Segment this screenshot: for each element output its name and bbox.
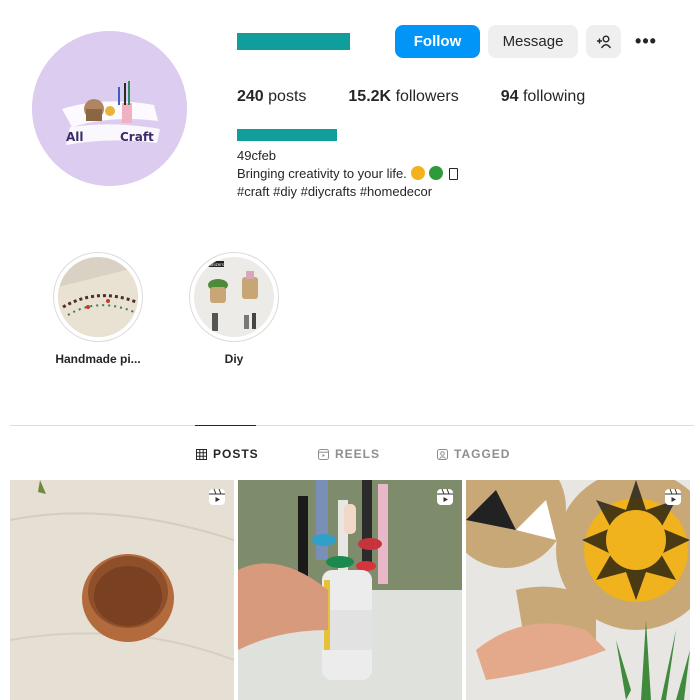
highlight-ring	[53, 252, 143, 342]
full-name-redacted	[237, 129, 337, 141]
reel-indicator-icon	[665, 488, 681, 505]
tab-posts[interactable]: POSTS	[196, 447, 259, 461]
post-tile[interactable]	[466, 480, 690, 700]
tab-tagged[interactable]: TAGGED	[437, 447, 510, 461]
palette-emoji-icon	[410, 166, 425, 180]
post-image	[466, 480, 690, 700]
reel-indicator-icon	[437, 488, 453, 505]
highlight-thumbnail: organizers	[194, 257, 274, 337]
username-redacted	[237, 33, 350, 50]
add-person-icon	[596, 35, 611, 48]
highlight-diy[interactable]: organizers Diy	[189, 252, 279, 366]
tagged-icon	[437, 448, 448, 460]
followers-count[interactable]: 15.2K followers	[348, 88, 458, 106]
highlight-ring: organizers	[189, 252, 279, 342]
avatar-text-left: All	[66, 130, 84, 144]
highlight-label: Diy	[224, 352, 244, 366]
grid-icon	[196, 448, 207, 460]
bio-handle: 49cfeb	[237, 148, 277, 163]
highlight-label: Handmade pi...	[55, 352, 141, 366]
follow-button[interactable]: Follow	[395, 25, 480, 58]
post-tile[interactable]	[10, 480, 234, 700]
highlight-handmade[interactable]: Handmade pi...	[53, 252, 143, 366]
avatar-text-right: Craft	[120, 130, 154, 144]
leaf-emoji-icon	[428, 166, 443, 180]
avatar-logo-image: All Craft	[32, 31, 187, 186]
post-image	[10, 480, 234, 700]
message-button[interactable]: Message	[488, 25, 578, 58]
more-options-icon[interactable]: •••	[630, 29, 662, 53]
tab-reels[interactable]: REELS	[318, 447, 380, 461]
suggested-accounts-button[interactable]	[586, 25, 621, 58]
missing-glyph-icon	[448, 168, 458, 180]
highlight-thumbnail	[58, 257, 138, 337]
profile-bio: 49cfeb Bringing creativity to your life.…	[237, 147, 458, 201]
profile-stats: 240 posts 15.2K followers 94 following	[237, 88, 627, 106]
post-tile[interactable]	[238, 480, 462, 700]
post-image	[238, 480, 462, 700]
following-count[interactable]: 94 following	[501, 88, 586, 106]
reels-icon	[318, 448, 329, 460]
tabs-divider	[10, 425, 694, 426]
bio-line: Bringing creativity to your life.	[237, 165, 458, 183]
posts-count[interactable]: 240 posts	[237, 88, 306, 106]
bio-hashtags[interactable]: #craft #diy #diycrafts #homedecor	[237, 183, 458, 201]
highlight-thumb-text: organizers	[203, 262, 224, 267]
reel-indicator-icon	[209, 488, 225, 505]
profile-avatar[interactable]: All Craft	[32, 31, 187, 186]
active-tab-indicator	[195, 425, 256, 426]
